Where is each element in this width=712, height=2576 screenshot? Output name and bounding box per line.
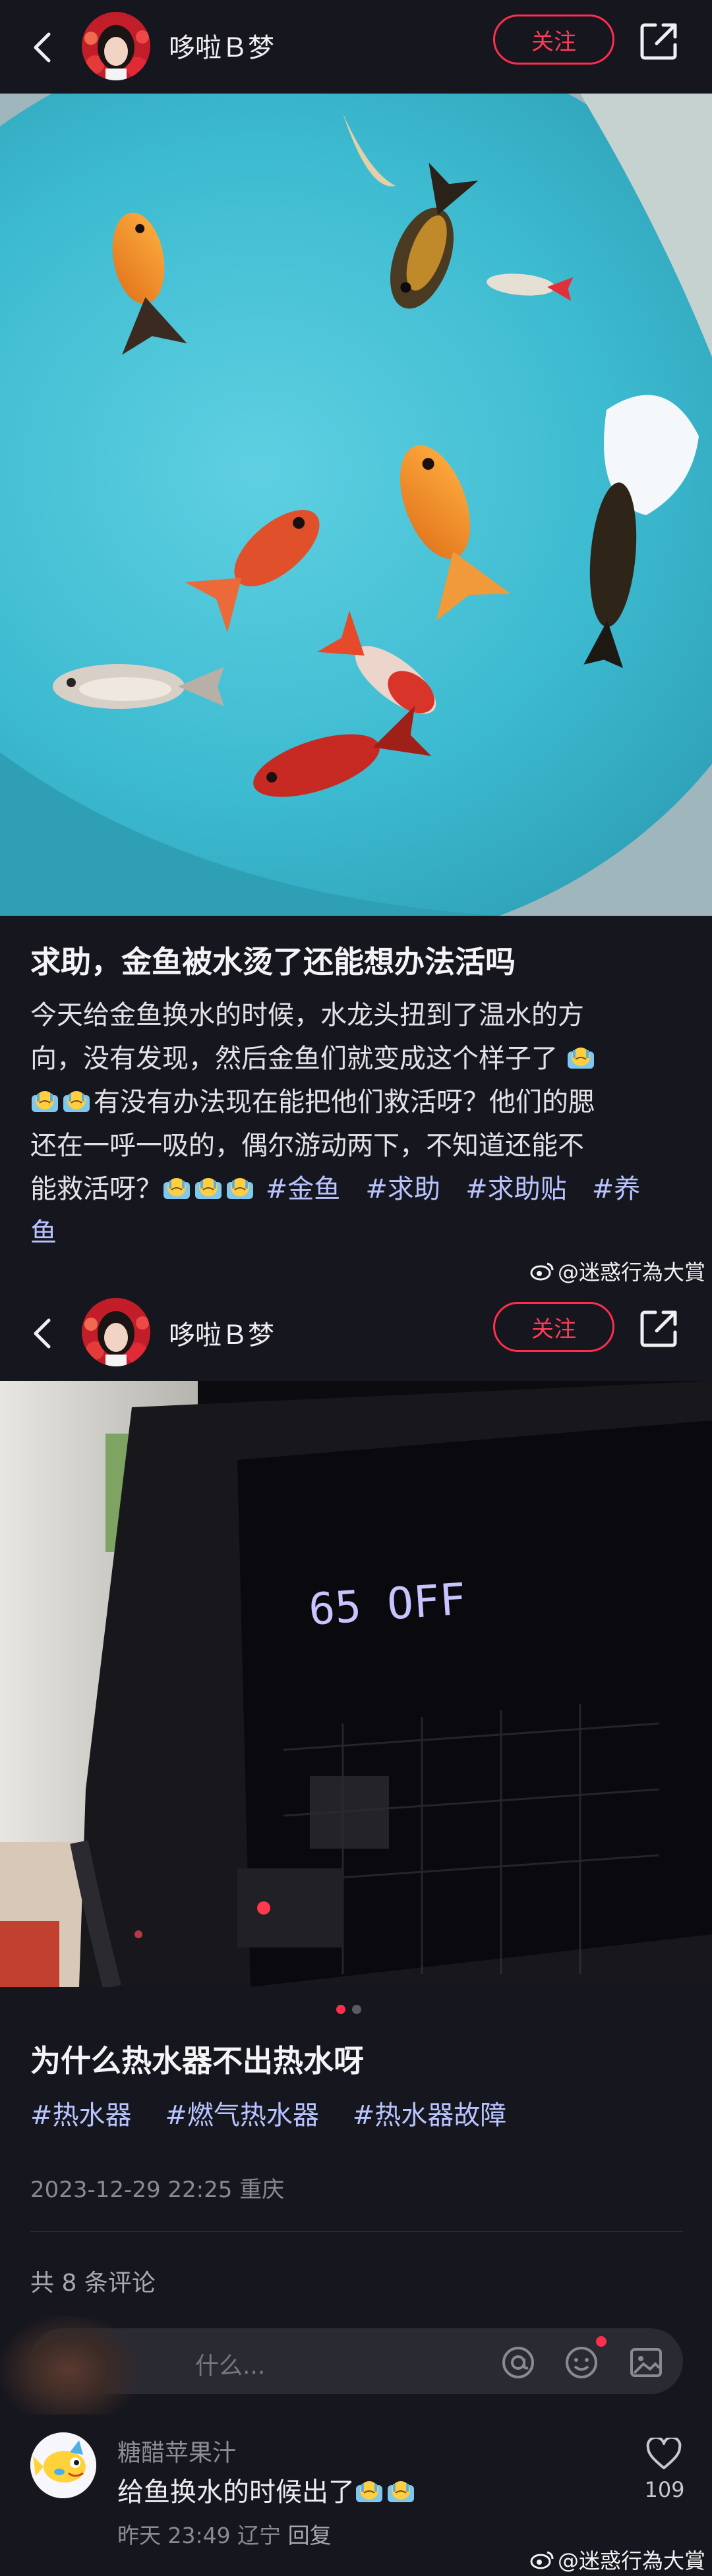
hashtag[interactable]: #热水器: [30, 2100, 132, 2131]
hashtag[interactable]: #求助: [365, 1174, 440, 1204]
follow-button[interactable]: 关注: [493, 1302, 614, 1352]
watermark-text: @迷惑行為大賞: [557, 1260, 705, 1285]
crying-face-emoji: [32, 1091, 58, 1112]
comment-placeholder: 什么...: [195, 2353, 266, 2380]
water-heater-photo[interactable]: 65 OFF: [0, 1381, 712, 1987]
post-body: 今天给金鱼换水的时候，水龙头扭到了温水的方 向，没有发现，然后金鱼们就变成这个样…: [30, 994, 683, 1254]
like-count: 109: [644, 2477, 685, 2502]
watermark-text: @迷惑行為大賞: [557, 2548, 705, 2573]
crying-face-emoji: [388, 2481, 414, 2502]
share-icon[interactable]: [638, 1307, 680, 1349]
comment-count: 共 8 条评论: [30, 2270, 156, 2297]
body-line-text: 有没有办法现在能把他们救活呀？他们的腮: [94, 1087, 595, 1117]
username[interactable]: 哆啦Ｂ梦: [169, 26, 274, 65]
body-line: 有没有办法现在能把他们救活呀？他们的腮: [30, 1080, 683, 1124]
crying-face-emoji: [567, 1048, 594, 1069]
commenter-name[interactable]: 糖醋苹果汁: [117, 2434, 236, 2468]
notification-dot: [596, 2336, 607, 2347]
crying-face-emoji: [195, 1178, 222, 1199]
share-icon[interactable]: [638, 20, 680, 62]
hashtag[interactable]: #养: [592, 1174, 641, 1204]
weibo-watermark: @迷惑行為大賞: [530, 2544, 705, 2575]
heart-icon[interactable]: [646, 2438, 682, 2471]
avatar[interactable]: [82, 12, 150, 80]
comment-meta: 昨天 23:49 辽宁 回复: [117, 2518, 332, 2550]
goldfish-photo[interactable]: [0, 94, 712, 916]
crying-face-emoji: [356, 2481, 382, 2502]
comment-time-location: 昨天 23:49 辽宁: [117, 2523, 282, 2548]
weibo-watermark: @迷惑行為大賞: [530, 1256, 705, 1286]
crying-face-emoji: [163, 1178, 190, 1199]
body-line-text: 能救活呀？: [30, 1174, 162, 1204]
weibo-icon: [530, 1262, 554, 1281]
avatar[interactable]: [82, 1298, 150, 1366]
body-line: 今天给金鱼换水的时候，水龙头扭到了温水的方: [30, 1000, 584, 1030]
body-line-text: 向，没有发现，然后金鱼们就变成这个样子了: [30, 1044, 558, 1074]
carousel-dot[interactable]: [352, 2005, 361, 2014]
post-title: 为什么热水器不出热水呀: [30, 2043, 364, 2079]
divider: [30, 2231, 683, 2232]
username[interactable]: 哆啦Ｂ梦: [169, 1314, 274, 1352]
hashtag[interactable]: #燃气热水器: [165, 2100, 319, 2131]
tag-row: #热水器 #燃气热水器 #热水器故障: [30, 2094, 683, 2137]
comment-text: 给鱼换水的时候出了: [117, 2471, 418, 2509]
post-title: 求助，金鱼被水烫了还能想办法活吗: [30, 944, 516, 980]
hashtag[interactable]: #热水器故障: [353, 2100, 507, 2131]
body-line: 能救活呀？ #金鱼 #求助 #求助贴 #养: [30, 1167, 683, 1211]
reply-button[interactable]: 回复: [288, 2523, 332, 2548]
hashtag[interactable]: #金鱼: [266, 1174, 341, 1204]
carousel-dot-active[interactable]: [336, 2005, 345, 2014]
redacted-area: [0, 2316, 138, 2415]
crying-face-emoji: [63, 1091, 90, 1112]
image-icon[interactable]: [628, 2344, 665, 2381]
hashtag-continuation[interactable]: 鱼: [30, 1211, 683, 1254]
back-icon[interactable]: [25, 1315, 62, 1352]
commenter-avatar[interactable]: [30, 2432, 96, 2498]
carousel-indicator: [336, 2005, 361, 2014]
weibo-icon: [530, 2551, 554, 2569]
body-line: 还在一呼一吸的，偶尔游动两下，不知道还能不: [30, 1131, 584, 1161]
emoji-icon[interactable]: [563, 2344, 600, 2381]
post2-header: 哆啦Ｂ梦 关注: [0, 1285, 712, 1381]
mention-icon[interactable]: [500, 2344, 537, 2381]
follow-button[interactable]: 关注: [493, 14, 614, 65]
post1-header: 哆啦Ｂ梦 关注: [0, 0, 712, 94]
back-icon[interactable]: [25, 29, 62, 66]
body-line: 向，没有发现，然后金鱼们就变成这个样子了: [30, 1037, 683, 1080]
post-date-location: 2023-12-29 22:25 重庆: [30, 2177, 285, 2203]
comment-text-content: 给鱼换水的时候出了: [117, 2477, 355, 2507]
hashtag[interactable]: #求助贴: [465, 1174, 567, 1204]
crying-face-emoji: [227, 1178, 253, 1199]
